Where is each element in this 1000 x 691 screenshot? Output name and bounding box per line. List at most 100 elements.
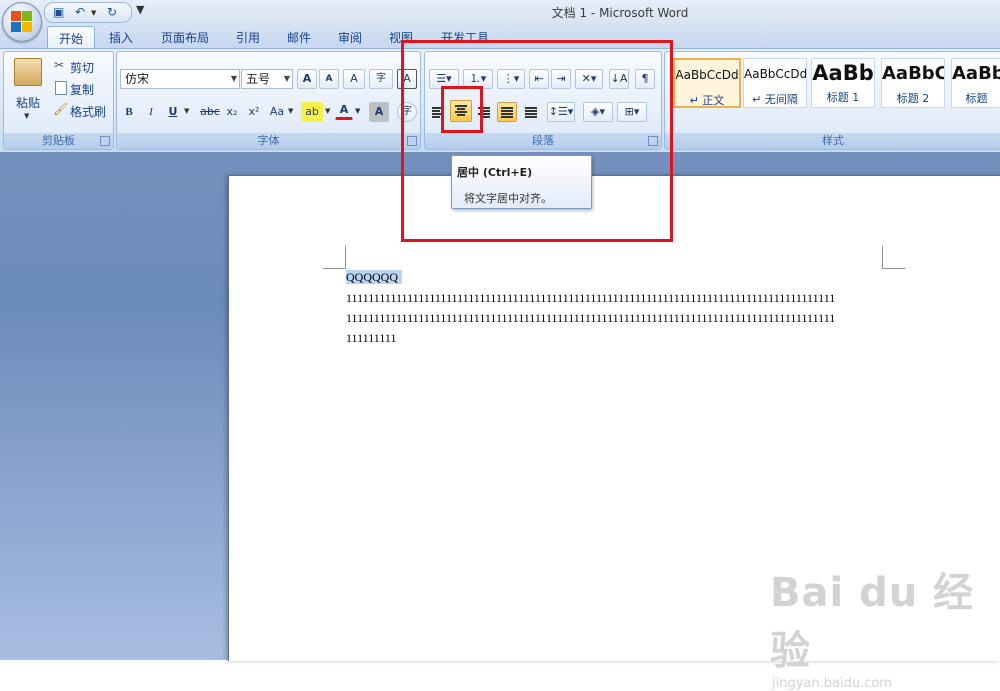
undo-dropdown-icon[interactable]: ▼ xyxy=(91,9,96,17)
clear-format-button[interactable]: A xyxy=(343,69,365,89)
tooltip-title: 居中 (Ctrl+E) xyxy=(457,166,533,179)
style-no-spacing[interactable]: AaBbCcDd ↵ 无间隔 xyxy=(743,58,807,108)
font-group-label: 字体 xyxy=(117,133,420,149)
paragraph-group-label: 段落 xyxy=(425,133,661,149)
font-name-combo[interactable]: 仿宋 ▼ xyxy=(120,69,240,89)
chevron-down-icon[interactable]: ▼ xyxy=(231,70,237,88)
chevron-down-icon[interactable]: ▼ xyxy=(288,107,293,115)
align-right-button[interactable] xyxy=(475,102,493,122)
margin-corner-marker xyxy=(882,246,905,269)
chevron-down-icon[interactable]: ▼ xyxy=(325,107,330,115)
decrease-indent-icon: ⇤ xyxy=(534,72,544,85)
numbered-list-icon: ⒈▾ xyxy=(469,72,487,85)
borders-button[interactable]: ⊞▾ xyxy=(617,102,647,122)
styles-group: AaBbCcDd ↵ 正文 AaBbCcDd ↵ 无间隔 AaBb 标题 1 A… xyxy=(664,51,1000,150)
border-grid-icon: ⊞▾ xyxy=(624,105,640,118)
shading-button[interactable]: ◈▾ xyxy=(583,102,613,122)
clipboard-group-label: 剪贴板 xyxy=(4,133,113,149)
enclose-characters-button[interactable]: 字 xyxy=(397,102,417,122)
character-border-button[interactable]: A xyxy=(397,69,417,89)
align-left-button[interactable] xyxy=(429,102,447,122)
quick-access-toolbar: ▣ ↶ ▼ ↻ xyxy=(44,2,132,23)
customize-qat-icon[interactable]: ▼ xyxy=(136,3,144,16)
bullets-button[interactable]: ☰▾ xyxy=(429,69,459,89)
paragraph-launcher-icon[interactable] xyxy=(648,136,658,146)
style-heading-1[interactable]: AaBb 标题 1 xyxy=(811,58,875,108)
style-title[interactable]: AaBb 标题 xyxy=(951,58,1000,108)
paste-button-label[interactable]: 粘贴 xyxy=(16,94,40,111)
style-heading-2[interactable]: AaBbC 标题 2 xyxy=(881,58,945,108)
title-bar: 文档 1 - Microsoft Word xyxy=(0,0,1000,24)
italic-button[interactable]: I xyxy=(143,102,159,122)
chevron-down-icon[interactable]: ▼ xyxy=(284,70,290,88)
tab-review[interactable]: 审阅 xyxy=(338,29,362,46)
decrease-indent-button[interactable]: ⇤ xyxy=(529,69,549,89)
increase-indent-button[interactable]: ⇥ xyxy=(551,69,571,89)
baidu-watermark: Bai du 经验 jingyan.baidu.com xyxy=(770,560,1000,691)
format-painter-icon[interactable]: 🖌 xyxy=(53,102,68,116)
chevron-down-icon[interactable]: ▼ xyxy=(355,107,360,115)
sort-button[interactable]: ↓A xyxy=(609,69,629,89)
highlight-color-button[interactable]: ab xyxy=(301,102,323,122)
style-sample: AaBbC xyxy=(882,63,944,84)
align-center-icon xyxy=(455,105,467,116)
tab-view[interactable]: 视图 xyxy=(389,29,413,46)
chevron-down-icon[interactable]: ▼ xyxy=(184,107,189,115)
office-logo-icon xyxy=(11,11,33,33)
tab-home[interactable]: 开始 xyxy=(47,26,96,48)
superscript-button[interactable]: x² xyxy=(245,102,263,122)
multilevel-list-button[interactable]: ⋮▾ xyxy=(497,69,525,89)
paint-bucket-icon: ◈▾ xyxy=(591,105,605,118)
align-center-button[interactable] xyxy=(450,100,472,122)
align-center-tooltip: 居中 (Ctrl+E) 将文字居中对齐。 xyxy=(451,155,592,209)
character-shading-button[interactable]: A xyxy=(369,102,389,122)
copy-button[interactable]: 复制 xyxy=(70,81,94,98)
shrink-font-button[interactable]: A xyxy=(319,69,339,89)
redo-icon[interactable]: ↻ xyxy=(107,5,117,19)
chinese-layout-button[interactable]: ✕▾ xyxy=(575,69,603,89)
font-launcher-icon[interactable] xyxy=(407,136,417,146)
clipboard-launcher-icon[interactable] xyxy=(100,136,110,146)
style-name: 标题 2 xyxy=(896,92,930,105)
sort-icon: ↓A xyxy=(610,72,628,85)
line-spacing-button[interactable]: ↕☰▾ xyxy=(547,102,575,122)
subscript-button[interactable]: x₂ xyxy=(223,102,241,122)
selected-text[interactable]: QQQQQQ xyxy=(346,270,402,284)
format-painter-button[interactable]: 格式刷 xyxy=(70,103,106,120)
grow-font-button[interactable]: A xyxy=(297,69,317,89)
copy-icon[interactable] xyxy=(55,81,67,95)
ribbon-tabs: 开始 插入 页面布局 引用 邮件 审阅 视图 开发工具 xyxy=(0,24,1000,48)
distributed-button[interactable] xyxy=(521,102,541,122)
phonetic-guide-button[interactable]: 字 xyxy=(369,69,393,89)
tab-insert[interactable]: 插入 xyxy=(109,29,133,46)
document-line: 1111111111111111111111111111111111111111… xyxy=(346,311,836,325)
paste-icon[interactable] xyxy=(14,58,42,86)
undo-icon[interactable]: ↶ xyxy=(75,5,85,19)
justify-button[interactable] xyxy=(497,102,517,122)
document-line: QQQQQQ xyxy=(346,270,402,285)
justify-icon xyxy=(501,107,513,118)
styles-group-label: 样式 xyxy=(665,133,1000,149)
cut-button[interactable]: 剪切 xyxy=(70,59,94,76)
document-line: 1111111111111111111111111111111111111111… xyxy=(346,291,836,305)
tab-mailings[interactable]: 邮件 xyxy=(287,29,311,46)
tab-developer[interactable]: 开发工具 xyxy=(441,29,489,46)
style-name: 标题 xyxy=(965,92,988,105)
font-color-button[interactable]: A xyxy=(335,100,353,120)
bold-button[interactable]: B xyxy=(121,102,137,122)
show-marks-button[interactable]: ¶ xyxy=(635,69,655,89)
tab-references[interactable]: 引用 xyxy=(236,29,260,46)
numbering-button[interactable]: ⒈▾ xyxy=(463,69,493,89)
save-icon[interactable]: ▣ xyxy=(53,5,64,19)
tab-page-layout[interactable]: 页面布局 xyxy=(161,29,209,46)
strikethrough-button[interactable]: abc xyxy=(199,102,221,122)
underline-button[interactable]: U xyxy=(165,102,181,122)
distributed-icon xyxy=(525,107,537,118)
style-normal[interactable]: AaBbCcDd ↵ 正文 xyxy=(673,58,741,108)
paste-dropdown-icon[interactable]: ▼ xyxy=(24,112,29,120)
change-case-button[interactable]: Aa xyxy=(267,102,287,122)
paragraph-group: ☰▾ ⒈▾ ⋮▾ ⇤ ⇥ ✕▾ ↓A ¶ ↕☰▾ ◈▾ ⊞▾ 段落 xyxy=(424,51,662,150)
cut-icon[interactable]: ✂ xyxy=(54,58,64,72)
office-button[interactable] xyxy=(2,2,42,42)
font-size-combo[interactable]: 五号 ▼ xyxy=(241,69,293,89)
